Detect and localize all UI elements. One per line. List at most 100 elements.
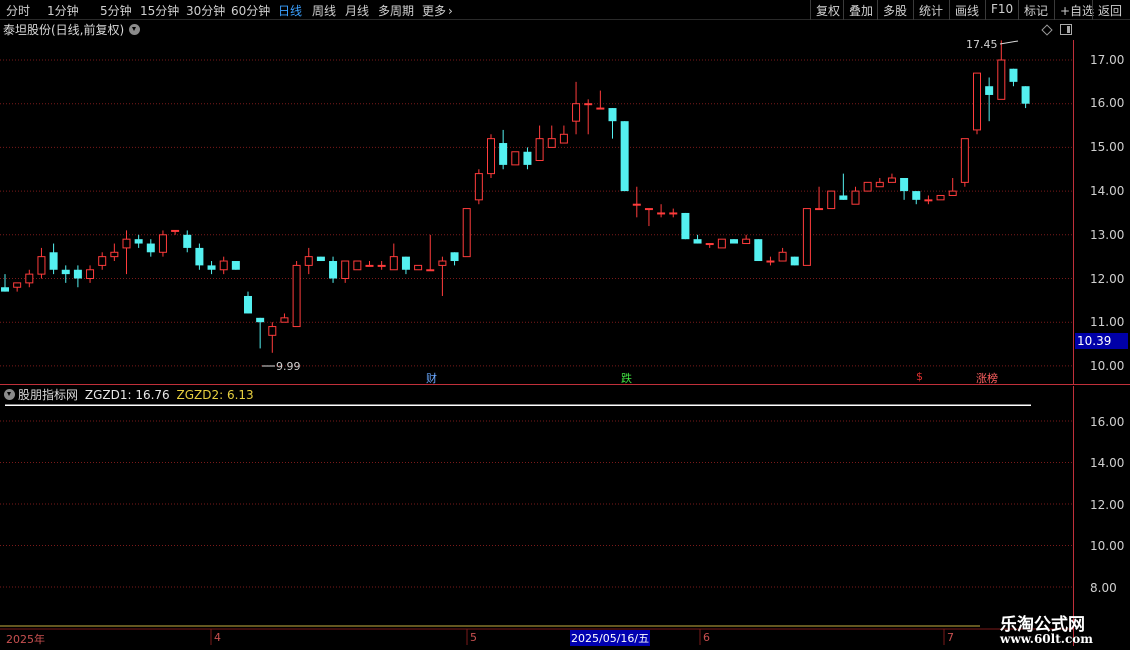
candle-body xyxy=(171,229,180,232)
candle-body xyxy=(231,261,240,270)
candle-body xyxy=(268,326,277,336)
event-flag-finance[interactable]: 财 xyxy=(426,370,437,386)
y-tick-11: 11.00 xyxy=(1090,315,1125,329)
candle-body xyxy=(1021,86,1030,104)
date-label-may: 5 xyxy=(470,631,477,644)
candle-body xyxy=(875,181,884,188)
candle-body xyxy=(948,190,957,196)
candle-body xyxy=(353,260,362,271)
candle-body xyxy=(657,212,666,215)
candle-body xyxy=(499,143,508,165)
candle-body xyxy=(438,260,447,266)
indicator-name[interactable]: 股朋指标网 xyxy=(18,388,78,402)
main-y-axis xyxy=(1073,40,1074,385)
y-tick-17: 17.00 xyxy=(1090,53,1125,67)
candle-body xyxy=(13,282,22,288)
candle-body xyxy=(754,239,763,262)
candle-body xyxy=(37,256,46,275)
ind-tick-16: 16.00 xyxy=(1090,415,1125,429)
candle-body xyxy=(924,199,933,202)
candle-body xyxy=(766,260,775,263)
candle-body xyxy=(596,107,605,110)
candle-body xyxy=(644,208,653,211)
candle-body xyxy=(474,173,483,201)
kline-chart[interactable] xyxy=(0,0,1130,650)
candle-body xyxy=(304,256,313,266)
candle-body xyxy=(462,208,471,258)
candle-body xyxy=(693,239,702,244)
candle-body xyxy=(936,194,945,201)
candle-body xyxy=(377,264,386,267)
y-tick-13: 13.00 xyxy=(1090,228,1125,242)
date-label-jul: 7 xyxy=(947,631,954,644)
indicator-menu-icon[interactable] xyxy=(4,389,15,400)
candle-body xyxy=(802,208,811,266)
candle-body xyxy=(887,177,896,183)
candle-body xyxy=(681,212,690,240)
candle-body xyxy=(912,191,921,200)
candle-body xyxy=(280,317,289,323)
candle-body xyxy=(559,133,568,144)
candle-body xyxy=(535,138,544,162)
candle-body xyxy=(207,265,216,270)
ind-tick-10: 10.00 xyxy=(1090,539,1125,553)
candle-body xyxy=(49,252,58,270)
candle-body xyxy=(450,252,459,262)
candle-body xyxy=(584,103,593,106)
candle-body xyxy=(851,190,860,205)
y-tick-12: 12.00 xyxy=(1090,272,1125,286)
candle-body xyxy=(73,269,82,279)
candle-body xyxy=(863,181,872,192)
candle-body xyxy=(778,251,787,262)
date-label-year: 2025年 xyxy=(6,633,45,646)
candle-body xyxy=(134,239,143,244)
candle-body xyxy=(730,239,738,244)
high-price-label: 17.45 xyxy=(966,38,998,51)
candle-body xyxy=(219,260,228,271)
ind-tick-12: 12.00 xyxy=(1090,498,1125,512)
date-label-apr: 4 xyxy=(214,631,221,644)
candle-body xyxy=(25,273,34,284)
event-flag-top-gainers[interactable]: 涨榜 xyxy=(976,370,998,386)
ind-tick-14: 14.00 xyxy=(1090,456,1125,470)
indicator-y-axis xyxy=(1073,386,1074,646)
y-tick-16: 16.00 xyxy=(1090,96,1125,110)
candle-body xyxy=(244,295,252,314)
indicator-title: 股朋指标网 ZGZD1: 16.76 ZGZD2: 6.13 xyxy=(18,386,254,403)
candle-body xyxy=(292,264,301,328)
panel-divider xyxy=(0,384,1130,385)
candle-body xyxy=(985,86,994,95)
y-tick-10: 10.00 xyxy=(1090,359,1125,373)
candle-body xyxy=(256,317,265,323)
candle-body xyxy=(742,238,751,245)
high-marker-line xyxy=(999,40,1019,45)
candle-body xyxy=(523,151,532,165)
candle-body xyxy=(572,103,581,122)
trading-window: { "toolbar": { "periods": ["分时","1分钟","5… xyxy=(0,0,1130,650)
candle-body xyxy=(547,138,556,148)
candle-body xyxy=(365,264,374,267)
candle-body xyxy=(414,264,423,271)
indicator-zgzd2: ZGZD2: 6.13 xyxy=(176,388,254,402)
candle-body xyxy=(608,108,617,122)
candle-body xyxy=(487,138,495,175)
candle-body xyxy=(146,243,155,253)
candle-body xyxy=(717,238,726,249)
candle-body xyxy=(389,256,398,271)
candle-body xyxy=(815,208,824,211)
cursor-date-label: 2025/05/16/五 xyxy=(570,630,651,646)
candle-body xyxy=(511,151,520,166)
candle-body xyxy=(195,247,204,266)
candle-body xyxy=(669,212,678,215)
event-flag-dollar[interactable]: $ xyxy=(916,370,923,383)
ind-tick-8: 8.00 xyxy=(1090,581,1117,595)
candle-body xyxy=(341,260,350,279)
candle-body xyxy=(86,269,95,280)
y-tick-15: 15.00 xyxy=(1090,140,1125,154)
watermark-url: www.60lt.com xyxy=(1000,632,1093,646)
candle-body xyxy=(900,177,909,192)
event-flag-fall[interactable]: 跌 xyxy=(621,370,632,386)
candle-body xyxy=(316,256,325,262)
candle-body xyxy=(183,234,192,248)
candle-body xyxy=(997,59,1006,100)
